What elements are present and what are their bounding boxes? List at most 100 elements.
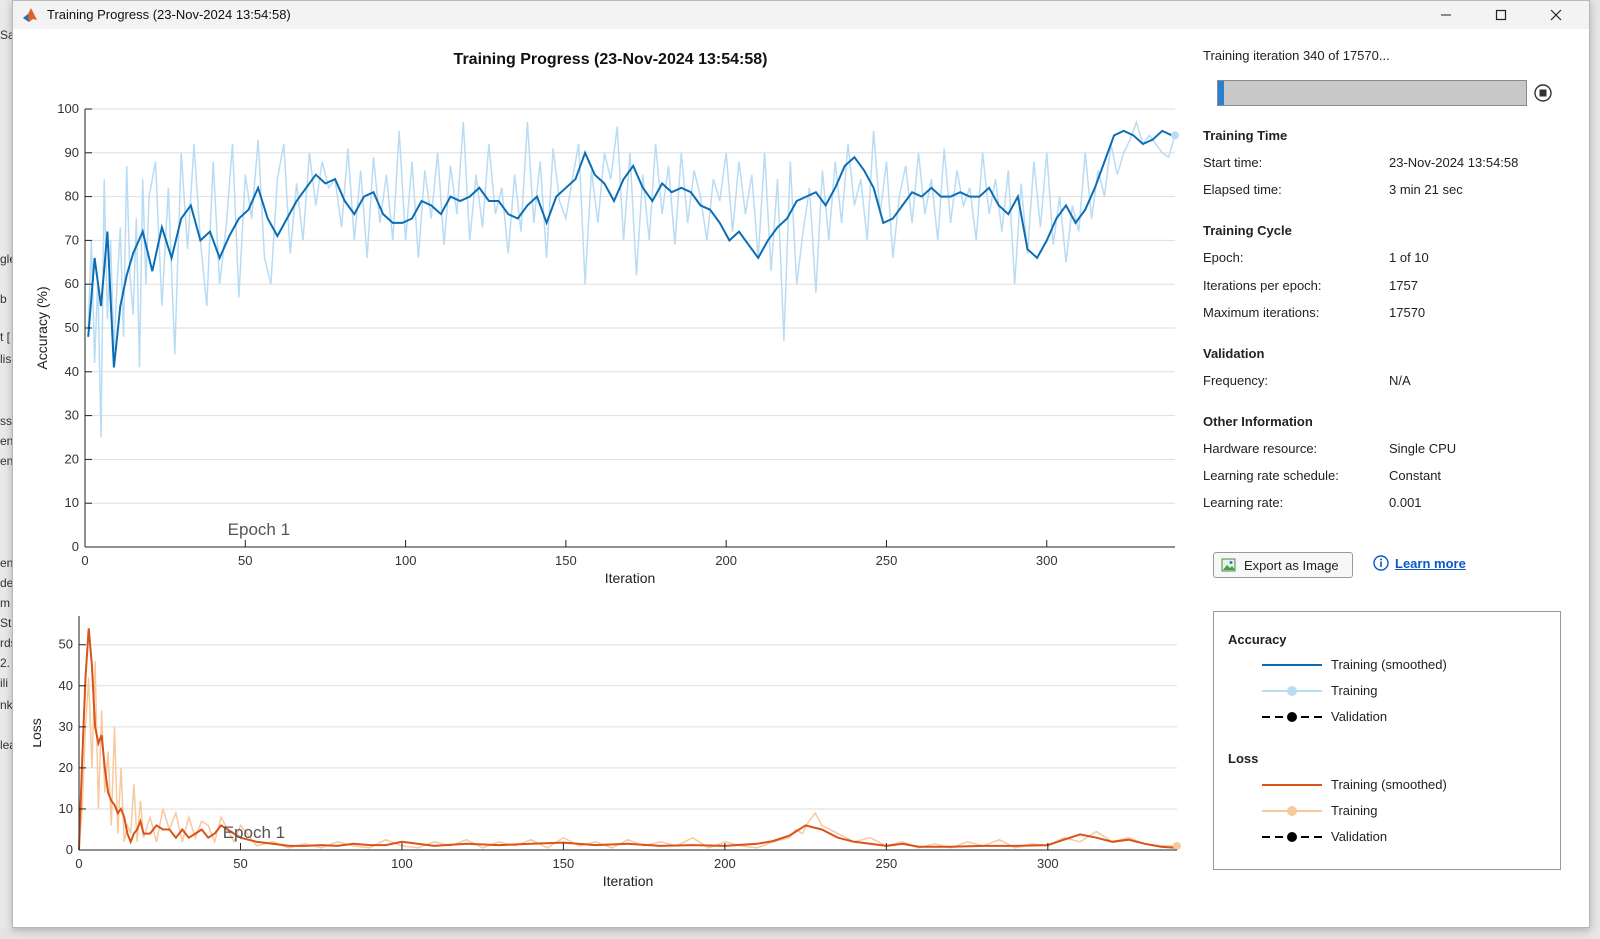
close-button[interactable] xyxy=(1533,1,1579,29)
training-time-header: Training Time xyxy=(1203,128,1288,143)
minimize-button[interactable] xyxy=(1423,1,1469,29)
acc-x-axis-label: Iteration xyxy=(605,570,656,586)
matlab-icon xyxy=(23,8,37,22)
maximize-icon xyxy=(1495,9,1507,21)
acc-x-tick-label: 200 xyxy=(715,553,737,568)
acc-x-tick-label: 0 xyxy=(81,553,88,568)
loss-last-point xyxy=(1173,841,1181,850)
learning-rate-schedule-value: Constant xyxy=(1389,468,1442,483)
legend-loss-validation-label: Validation xyxy=(1331,829,1388,844)
elapsed-time-value: 3 min 21 sec xyxy=(1389,182,1463,197)
acc-y-tick-label: 50 xyxy=(65,320,79,335)
loss-x-tick-label: 250 xyxy=(876,856,898,871)
background-text-fragment: ili xyxy=(0,676,8,690)
acc-x-tick-label: 50 xyxy=(238,553,252,568)
maximize-button[interactable] xyxy=(1478,1,1524,29)
acc-y-tick-label: 30 xyxy=(65,408,79,423)
loss-x-tick-label: 300 xyxy=(1037,856,1059,871)
background-text-fragment: lis xyxy=(0,352,12,366)
frequency-value: N/A xyxy=(1389,373,1411,388)
training-progress-bar xyxy=(1217,80,1527,106)
stop-training-button[interactable] xyxy=(1533,83,1553,103)
acc-y-tick-label: 40 xyxy=(65,364,79,379)
acc-y-tick-label: 60 xyxy=(65,276,79,291)
learn-more-link[interactable]: Learn more xyxy=(1373,555,1466,571)
background-text-fragment: b xyxy=(0,292,7,306)
maximum-iterations-value: 17570 xyxy=(1389,305,1426,320)
acc-y-tick-label: 90 xyxy=(65,145,79,160)
window-title: Training Progress (23-Nov-2024 13:54:58) xyxy=(47,7,291,22)
legend-loss-training-label: Training xyxy=(1331,803,1378,818)
title-bar[interactable]: Training Progress (23-Nov-2024 13:54:58) xyxy=(13,1,1589,29)
background-right-edge xyxy=(1590,0,1600,939)
training-cycle-header: Training Cycle xyxy=(1203,223,1292,238)
minimize-icon xyxy=(1441,14,1451,16)
acc-y-tick-label: 0 xyxy=(72,539,79,554)
acc-y-tick-label: 80 xyxy=(65,189,79,204)
background-text-fragment: ss xyxy=(0,414,12,428)
legend-panel: Accuracy Training (smoothed) Training Va… xyxy=(1213,611,1561,870)
close-icon xyxy=(1550,9,1562,21)
acc-y-tick-label: 10 xyxy=(65,495,79,510)
iterations-per-epoch-label: Iterations per epoch: xyxy=(1203,278,1322,293)
loss-x-axis-label: Iteration xyxy=(603,873,654,889)
hardware-resource-value: Single CPU xyxy=(1389,441,1457,456)
iteration-status: Training iteration 340 of 17570... xyxy=(1203,48,1390,63)
loss-chart: 0 50 100 150 200 250 300 0 10 20 30 40 50 Iteration Lo… xyxy=(33,616,1181,889)
loss-y-tick-label: 10 xyxy=(59,801,73,816)
learn-more-label: Learn more xyxy=(1395,555,1466,571)
legend-acc-validation-label: Validation xyxy=(1331,709,1388,724)
acc-y-tick-label: 20 xyxy=(65,451,79,466)
export-image-icon xyxy=(1221,558,1236,572)
acc-y-tick-label: 100 xyxy=(57,101,79,116)
loss-y-tick-label: 0 xyxy=(66,842,73,857)
loss-epoch-annotation: Epoch 1 xyxy=(223,823,285,842)
loss-x-tick-label: 200 xyxy=(714,856,736,871)
loss-y-tick-label: 40 xyxy=(59,678,73,693)
legend-loss-smoothed-label: Training (smoothed) xyxy=(1331,777,1447,792)
frequency-label: Frequency: xyxy=(1203,373,1269,388)
acc-x-tick-label: 100 xyxy=(395,553,417,568)
legend-loss-training-swatch xyxy=(1262,806,1322,816)
export-button-label: Export as Image xyxy=(1244,557,1339,573)
loss-x-tick-label: 150 xyxy=(553,856,575,871)
loss-y-tick-label: 20 xyxy=(59,760,73,775)
elapsed-time-label: Elapsed time: xyxy=(1203,182,1282,197)
hardware-resource-label: Hardware resource: xyxy=(1203,441,1318,456)
loss-x-tick-label: 0 xyxy=(75,856,82,871)
start-time-value: 23-Nov-2024 13:54:58 xyxy=(1389,155,1519,170)
export-as-image-button[interactable]: Export as Image xyxy=(1213,552,1353,578)
background-text-fragment: 2. xyxy=(0,656,11,670)
loss-y-tick-label: 50 xyxy=(59,637,73,652)
legend-loss-validation-swatch xyxy=(1262,832,1322,842)
loss-plot-area xyxy=(79,616,1177,850)
loss-x-tick-label: 50 xyxy=(233,856,247,871)
learning-rate-label: Learning rate: xyxy=(1203,495,1284,510)
acc-y-tick-label: 70 xyxy=(65,232,79,247)
stop-icon xyxy=(1539,89,1547,97)
epoch-label: Epoch: xyxy=(1203,250,1244,265)
legend-accuracy-header: Accuracy xyxy=(1228,632,1287,647)
validation-header: Validation xyxy=(1203,346,1265,361)
acc-last-point xyxy=(1171,131,1179,140)
loss-y-axis-label: Loss xyxy=(33,718,44,748)
iterations-per-epoch-value: 1757 xyxy=(1389,278,1418,293)
acc-x-tick-label: 250 xyxy=(876,553,898,568)
other-information-header: Other Information xyxy=(1203,414,1313,429)
loss-x-tick-label: 100 xyxy=(391,856,413,871)
acc-x-tick-label: 150 xyxy=(555,553,577,568)
plot-title: Training Progress (23-Nov-2024 13:54:58) xyxy=(453,51,768,68)
legend-loss-header: Loss xyxy=(1228,751,1259,766)
progress-bar-fill xyxy=(1218,81,1224,105)
acc-epoch-annotation: Epoch 1 xyxy=(228,520,290,539)
background-text-fragment: t [ xyxy=(0,330,11,344)
background-text-fragment: nk xyxy=(0,698,13,712)
loss-y-tick-label: 30 xyxy=(59,719,73,734)
learning-rate-value: 0.001 xyxy=(1389,495,1422,510)
learning-rate-schedule-label: Learning rate schedule: xyxy=(1203,468,1339,483)
start-time-label: Start time: xyxy=(1203,155,1263,170)
epoch-value: 1 of 10 xyxy=(1389,250,1429,265)
background-text-fragment: m xyxy=(0,596,10,610)
acc-y-axis-label: Accuracy (%) xyxy=(34,286,50,369)
legend-loss-smoothed-swatch xyxy=(1262,784,1322,786)
